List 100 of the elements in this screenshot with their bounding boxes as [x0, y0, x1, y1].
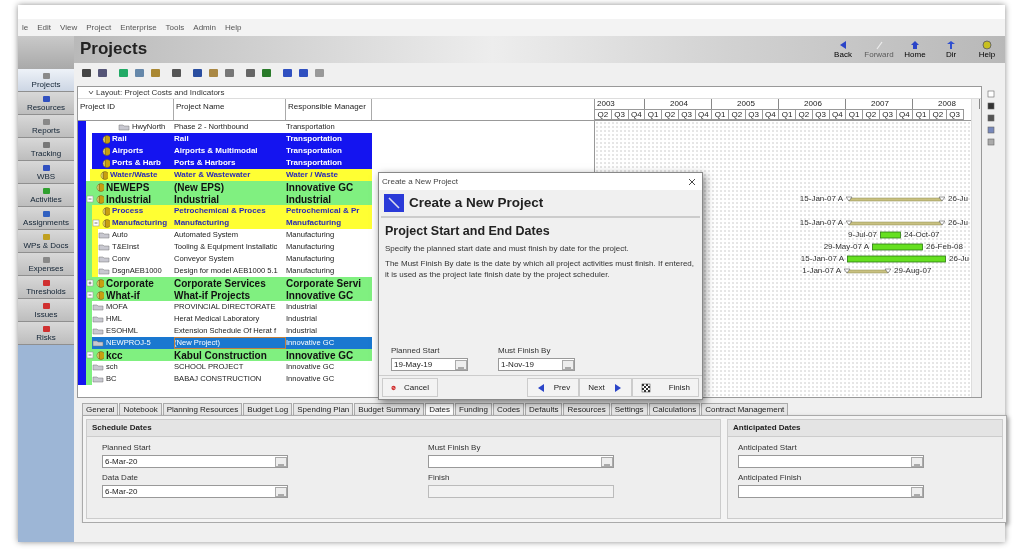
- tree-row[interactable]: Industrial Industrial Industrial: [86, 193, 372, 205]
- nav-button[interactable]: Help: [969, 40, 1005, 59]
- tree-row[interactable]: NEWEPS (New EPS) Innovative GC: [86, 181, 372, 193]
- tree-toggle[interactable]: [86, 351, 94, 359]
- date-picker-button[interactable]: [455, 359, 467, 370]
- sidebar-item[interactable]: Risks: [18, 322, 74, 345]
- column-header[interactable]: Project ID: [78, 99, 174, 120]
- sidebar-item[interactable]: Expenses: [18, 253, 74, 276]
- scrollbar[interactable]: [971, 99, 981, 397]
- date-field[interactable]: 19-May-19: [391, 358, 468, 371]
- tree-row[interactable]: Corporate Corporate Services Corporate Servi: [86, 277, 372, 289]
- date-field[interactable]: 6-Mar-20: [102, 455, 288, 468]
- tree-row[interactable]: Ports & Harb Ports & Harbors Transportation: [92, 157, 372, 169]
- menu-item[interactable]: Admin: [193, 21, 216, 34]
- field-label: Must Finish By: [428, 442, 482, 454]
- finish-date-label: 26-Ju: [948, 193, 968, 205]
- tree-row[interactable]: Rail Rail Transportation: [92, 133, 372, 145]
- menu-item[interactable]: Enterprise: [120, 21, 157, 34]
- project-name: Kabul Construction: [174, 349, 268, 361]
- group-title: Anticipated Dates: [728, 420, 1002, 437]
- quarter-header: Q1: [645, 109, 662, 120]
- manager-name: Innovative GC: [286, 181, 355, 193]
- menu-item[interactable]: le: [22, 21, 29, 34]
- tab[interactable]: Budget Log: [243, 403, 293, 415]
- year-header: 2004: [645, 99, 712, 109]
- menu-item[interactable]: Project: [86, 21, 112, 34]
- date-picker-button[interactable]: [601, 456, 613, 467]
- column-header[interactable]: Responsible Manager: [286, 99, 372, 120]
- chevron-icon[interactable]: [88, 90, 94, 95]
- date-picker-button[interactable]: [911, 486, 923, 497]
- eps-icon: [100, 134, 110, 144]
- date-field[interactable]: [738, 455, 924, 468]
- start-date-label: 29-May-07 A: [823, 241, 869, 253]
- wizard-button[interactable]: Finish: [631, 378, 699, 397]
- tab[interactable]: Budget Summary: [354, 403, 425, 415]
- project-name: Airports & Multimodal: [174, 145, 259, 157]
- tab[interactable]: Notebook: [119, 403, 162, 415]
- tree-toggle[interactable]: [86, 279, 94, 287]
- sidebar-item[interactable]: Tracking: [18, 138, 74, 161]
- tab[interactable]: Defaults: [525, 403, 563, 415]
- tab[interactable]: Calculations: [648, 403, 701, 415]
- nav-button[interactable]: Dir: [933, 40, 969, 59]
- menu-item[interactable]: Tools: [165, 21, 185, 34]
- date-field[interactable]: [428, 455, 614, 468]
- sidebar-item[interactable]: WPs & Docs: [18, 230, 74, 253]
- nav-button[interactable]: Home: [897, 40, 933, 59]
- tree-row[interactable]: What-if What-if Projects Innovative GC: [86, 289, 372, 301]
- date-picker-button[interactable]: [275, 486, 287, 497]
- tab[interactable]: Resources: [563, 403, 610, 415]
- tree-row[interactable]: Water/Waste Water & Wastewater Water / Waste: [90, 169, 372, 181]
- project-id: kcc: [105, 349, 124, 361]
- step-heading: Project Start and End Dates: [385, 223, 551, 241]
- wizard-button[interactable]: Prev: [526, 378, 580, 397]
- nav-button[interactable]: Back: [825, 40, 861, 59]
- tab[interactable]: Planning Resources: [162, 403, 243, 415]
- date-picker-button[interactable]: [275, 456, 287, 467]
- date-picker-button[interactable]: [562, 359, 574, 370]
- start-date-label: 1-Jan-07 A: [802, 265, 841, 277]
- finish-date-label: 26-Ju: [949, 253, 969, 265]
- wizard-button[interactable]: Next: [579, 378, 632, 397]
- tree-row[interactable]: kcc Kabul Construction Innovative GC: [86, 349, 372, 361]
- sidebar-item[interactable]: Activities: [18, 184, 74, 207]
- quarter-header: Q3: [678, 109, 696, 120]
- date-picker-button[interactable]: [911, 456, 923, 467]
- date-field[interactable]: [738, 485, 924, 498]
- quarter-header: Q1: [846, 109, 863, 120]
- sidebar-item[interactable]: WBS: [18, 161, 74, 184]
- close-icon[interactable]: [688, 177, 696, 186]
- manager-name: Corporate Servi: [286, 277, 363, 289]
- sidebar-item[interactable]: Issues: [18, 299, 74, 322]
- tab[interactable]: Settings: [610, 403, 648, 415]
- tree-row[interactable]: Manufacturing Manufacturing Manufacturing: [92, 217, 372, 229]
- project-id: Corporate: [105, 277, 155, 289]
- tab[interactable]: Spending Plan: [293, 403, 354, 415]
- eps-icon: [94, 182, 104, 192]
- tab[interactable]: Dates: [425, 403, 455, 415]
- date-field[interactable]: 1-Nov-19: [498, 358, 575, 371]
- tab[interactable]: Codes: [492, 403, 525, 415]
- sidebar-item[interactable]: Thresholds: [18, 276, 74, 299]
- sidebar-item[interactable]: Assignments: [18, 207, 74, 230]
- menu-item[interactable]: Help: [225, 21, 242, 34]
- menu-item[interactable]: View: [60, 21, 78, 34]
- column-header[interactable]: Project Name: [174, 99, 286, 120]
- tab[interactable]: Funding: [455, 403, 492, 415]
- tab[interactable]: General: [82, 403, 119, 415]
- tree-row[interactable]: Process Petrochemical & Proces Petrochemical & Pr: [92, 205, 372, 217]
- tree-row[interactable]: Airports Airports & Multimodal Transportation: [92, 145, 372, 157]
- tree-toggle[interactable]: [92, 219, 100, 227]
- sidebar-item[interactable]: Resources: [18, 92, 74, 115]
- wizard-button[interactable]: Cancel: [382, 378, 438, 397]
- sidebar-item[interactable]: Projects: [18, 69, 74, 92]
- date-field[interactable]: 6-Mar-20: [102, 485, 288, 498]
- quarter-header: Q2: [796, 109, 813, 120]
- tree-toggle[interactable]: [86, 195, 94, 203]
- sidebar-item[interactable]: Reports: [18, 115, 74, 138]
- menu-item[interactable]: Edit: [37, 21, 52, 34]
- tab[interactable]: Contract Management: [701, 403, 789, 415]
- field-label: Must Finish By: [498, 345, 552, 357]
- project-name: Rail: [174, 133, 190, 145]
- tree-toggle[interactable]: [86, 291, 94, 299]
